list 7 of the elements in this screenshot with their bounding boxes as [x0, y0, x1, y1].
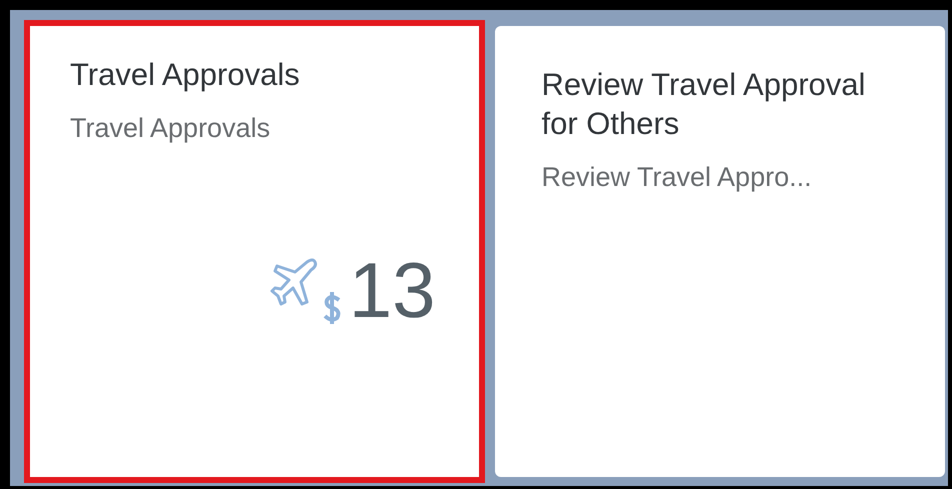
tile-subtitle: Review Travel Appro...: [541, 162, 813, 192]
tile-subtitle: Travel Approvals: [70, 112, 272, 144]
tile-title: Review Travel Approval for Others: [541, 66, 866, 143]
tile-title: Travel Approvals: [70, 56, 301, 94]
app-tile[interactable]: Travel Approvals Travel Approvals 13: [24, 20, 486, 483]
tile-count: 13: [348, 251, 436, 329]
app-tile[interactable]: Review Travel Approval for Others Review Travel Appro...: [495, 26, 945, 477]
